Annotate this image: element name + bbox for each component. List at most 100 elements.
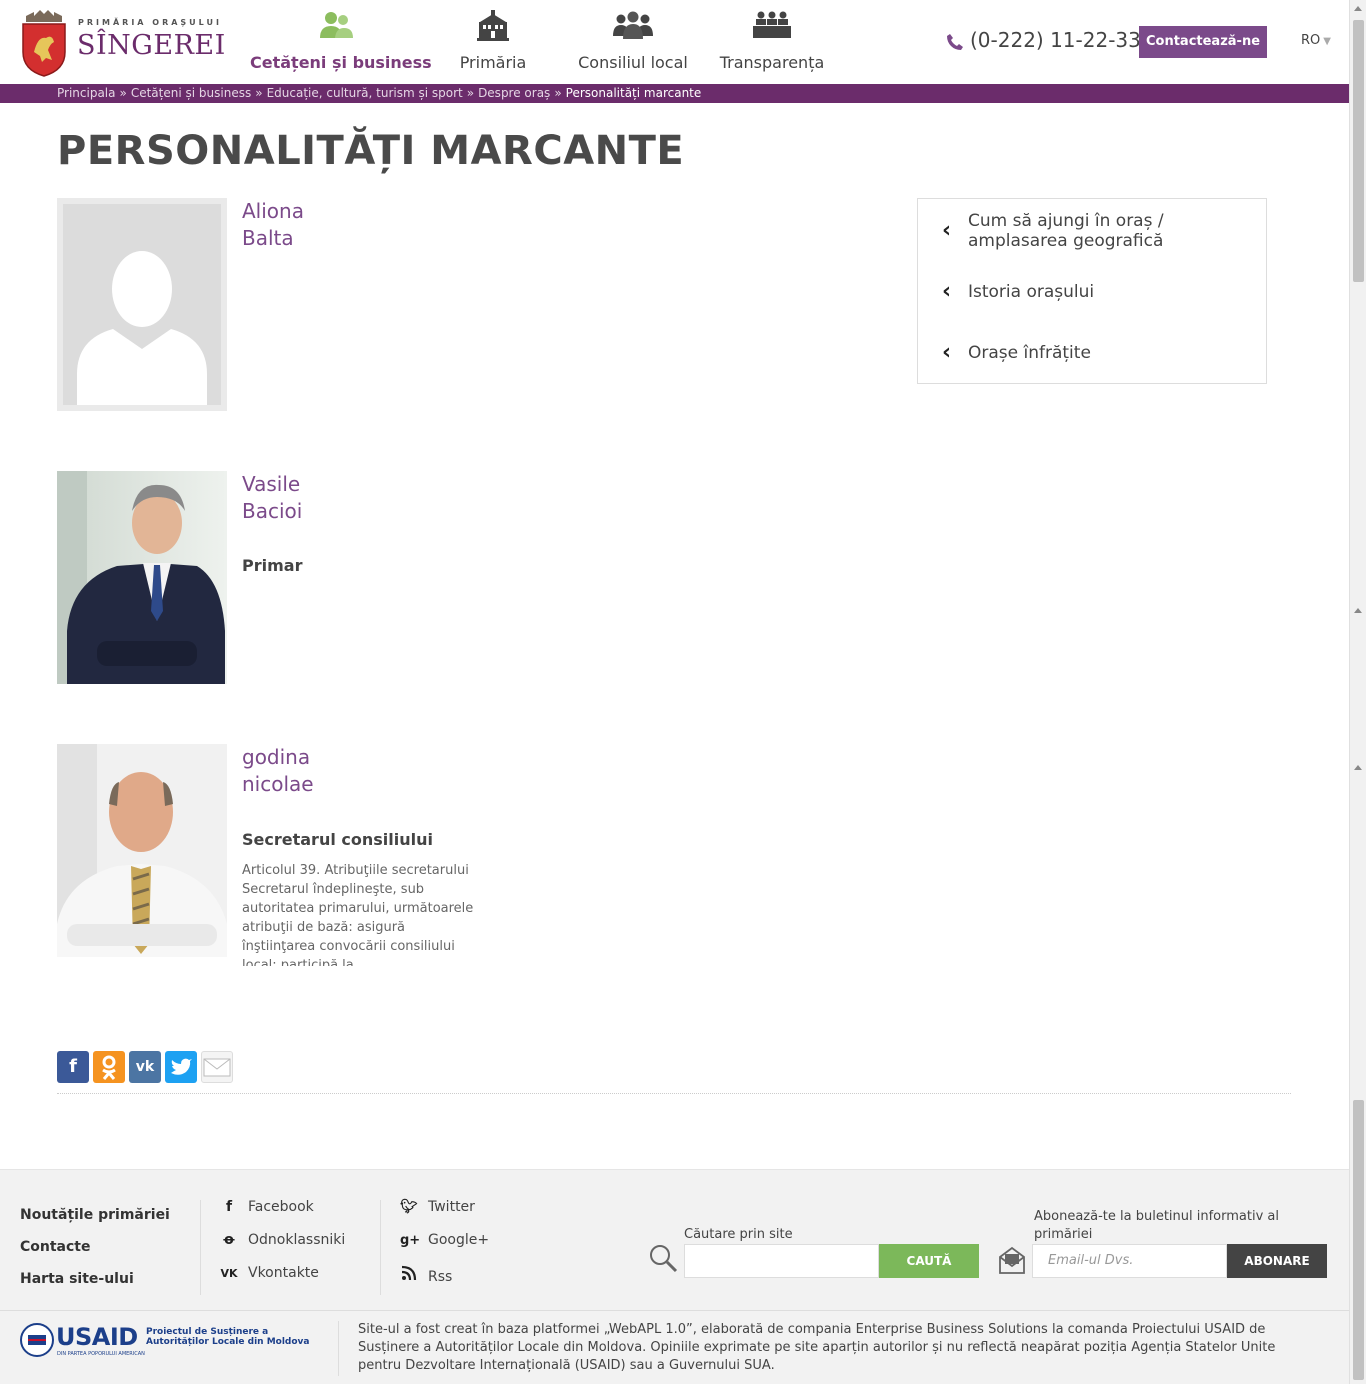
- usaid-tagline: DIN PARTEA POPORULUI AMERICAN: [57, 1351, 145, 1357]
- sidebar-item-label: Orașe înfrățite: [968, 343, 1091, 363]
- page-scrollbar[interactable]: [1349, 0, 1366, 1384]
- facebook-icon: f: [225, 1199, 233, 1215]
- person-description: Articolul 39. Atribuţiile secretarului S…: [242, 863, 474, 966]
- footer-link-news[interactable]: Noutățile primăriei: [20, 1207, 170, 1223]
- breadcrumb-separator: »: [119, 86, 127, 100]
- logo-subtitle: PRIMĂRIA ORAȘULUI: [78, 18, 222, 27]
- language-code: RO: [1301, 33, 1321, 48]
- footer-social-twitter[interactable]: 🐦︎ Twitter: [400, 1199, 475, 1215]
- footer-social-googleplus[interactable]: g+ Google+: [400, 1232, 489, 1248]
- scroll-up-icon[interactable]: [1354, 608, 1362, 613]
- breadcrumb-separator: »: [466, 86, 475, 100]
- person-name[interactable]: Vasile Bacioi: [242, 471, 302, 525]
- footer-social-vkontakte[interactable]: VK Vkontakte: [220, 1265, 319, 1281]
- person-first-name: godina: [242, 745, 311, 769]
- scroll-up-icon[interactable]: [1354, 765, 1362, 770]
- content-divider: [57, 1093, 1291, 1094]
- googleplus-icon: g+: [400, 1233, 421, 1248]
- search-input[interactable]: [684, 1244, 879, 1278]
- nav-label: Consiliul local: [578, 53, 688, 72]
- vkontakte-icon[interactable]: vk: [129, 1051, 161, 1083]
- breadcrumb-link[interactable]: Principala: [57, 86, 116, 100]
- social-label: Twitter: [428, 1199, 475, 1215]
- newsletter-icon: [999, 1246, 1025, 1274]
- footer-link-contacts[interactable]: Contacte: [20, 1239, 91, 1255]
- subscribe-email-field[interactable]: Email-ul Dvs.: [1032, 1244, 1227, 1278]
- portrait-image: [57, 744, 227, 957]
- town-hall-icon: [477, 10, 509, 41]
- footer-social-odnoklassniki[interactable]: ꝋ Odnoklassniki: [220, 1232, 345, 1248]
- search-label: Căutare prin site: [684, 1227, 793, 1242]
- language-selector[interactable]: RO ▼: [1301, 33, 1331, 48]
- search-icon: [650, 1245, 678, 1273]
- person-name[interactable]: godina nicolae: [242, 744, 314, 798]
- person-photo: [57, 744, 227, 957]
- breadcrumb-link[interactable]: Cetățeni și business: [131, 86, 251, 100]
- usaid-logo[interactable]: USAID DIN PARTEA POPORULUI AMERICAN Proi…: [20, 1323, 320, 1363]
- citizens-icon: [320, 12, 353, 38]
- nav-label: Primăria: [459, 53, 527, 72]
- footer-social-rss[interactable]: Rss: [400, 1265, 452, 1285]
- transparency-icon: [753, 11, 791, 38]
- person-name[interactable]: Aliona Balta: [242, 198, 304, 252]
- vkontakte-icon: VK: [220, 1267, 238, 1280]
- nav-transparenta[interactable]: Transparența: [716, 0, 828, 84]
- footer-separator: [338, 1321, 339, 1376]
- nav-label: Transparența: [719, 53, 825, 72]
- nav-citizens-business[interactable]: Cetățeni și business: [250, 0, 432, 84]
- page-title: PERSONALITĂȚI MARCANTE: [57, 128, 685, 174]
- person-role: Primar: [242, 556, 303, 575]
- scroll-up-icon[interactable]: [1354, 6, 1362, 11]
- search-button[interactable]: CAUTĂ: [879, 1244, 979, 1278]
- person-photo: [57, 471, 227, 684]
- subscribe-button[interactable]: ABONARE: [1227, 1244, 1327, 1278]
- social-label: Odnoklassniki: [248, 1232, 346, 1248]
- phone-icon: [947, 33, 963, 50]
- coat-of-arms-icon: [22, 10, 66, 77]
- site-footer: Noutățile primăriei Contacte Harta site-…: [0, 1169, 1349, 1384]
- odnoklassniki-icon[interactable]: [93, 1051, 125, 1083]
- nav-label: Cetățeni și business: [250, 53, 432, 72]
- person-first-name: Vasile: [242, 472, 301, 496]
- odnoklassniki-icon: ꝋ: [223, 1232, 235, 1248]
- breadcrumb-link[interactable]: Despre oraș: [478, 86, 550, 100]
- scroll-thumb[interactable]: [1353, 20, 1364, 282]
- email-icon[interactable]: [201, 1051, 233, 1083]
- person-role: Secretarul consiliului: [242, 830, 433, 849]
- chevron-left-icon: ‹: [942, 279, 952, 304]
- social-label: Rss: [428, 1269, 453, 1285]
- twitter-icon: 🐦︎: [400, 1199, 418, 1215]
- site-header: PRIMĂRIA ORAȘULUI SÎNGEREI Cetățeni și b…: [0, 0, 1349, 84]
- breadcrumb-link[interactable]: Educație, cultură, turism și sport: [267, 86, 463, 100]
- sidebar-item-label: Istoria orașului: [968, 282, 1095, 302]
- footer-bottom: USAID DIN PARTEA POPORULUI AMERICAN Proi…: [0, 1310, 1349, 1385]
- avatar-placeholder-icon: [63, 204, 221, 405]
- sidebar-menu: ‹ Cum să ajungi în oraș / amplasarea geo…: [917, 198, 1267, 384]
- twitter-icon[interactable]: [165, 1051, 197, 1083]
- scroll-thumb[interactable]: [1353, 1100, 1364, 1380]
- phone-number[interactable]: (0-222) 11-22-33: [946, 28, 1141, 52]
- footer-note: Site-ul a fost creat în baza platformei …: [358, 1322, 1276, 1373]
- sidebar-item-label: Cum să ajungi în oraș / amplasarea geogr…: [968, 211, 1164, 251]
- person-last-name: nicolae: [242, 772, 314, 796]
- nav-primaria[interactable]: Primăria: [436, 0, 550, 84]
- facebook-icon[interactable]: f: [57, 1051, 89, 1083]
- person-photo-placeholder: [57, 198, 227, 411]
- social-label: Vkontakte: [248, 1265, 319, 1281]
- phone-text: (0-222) 11-22-33: [970, 28, 1141, 52]
- footer-separator: [380, 1200, 381, 1295]
- chevron-left-icon: ‹: [942, 218, 952, 243]
- contact-button[interactable]: Contactează-ne: [1139, 26, 1267, 58]
- logo-title: SÎNGEREI: [77, 30, 226, 61]
- rss-icon: [400, 1265, 418, 1285]
- breadcrumb: Principala» Cetățeni și business» Educație…: [0, 84, 1349, 103]
- footer-link-sitemap[interactable]: Harta site-ului: [20, 1271, 134, 1287]
- footer-social-facebook[interactable]: f Facebook: [220, 1199, 314, 1215]
- site-logo[interactable]: PRIMĂRIA ORAȘULUI SÎNGEREI: [20, 8, 230, 78]
- nav-consiliul-local[interactable]: Consiliul local: [570, 0, 696, 84]
- footer-separator: [200, 1200, 201, 1295]
- portrait-image: [57, 471, 227, 684]
- person-last-name: Balta: [242, 226, 294, 250]
- social-label: Facebook: [248, 1199, 314, 1215]
- usaid-seal-icon: [20, 1323, 54, 1357]
